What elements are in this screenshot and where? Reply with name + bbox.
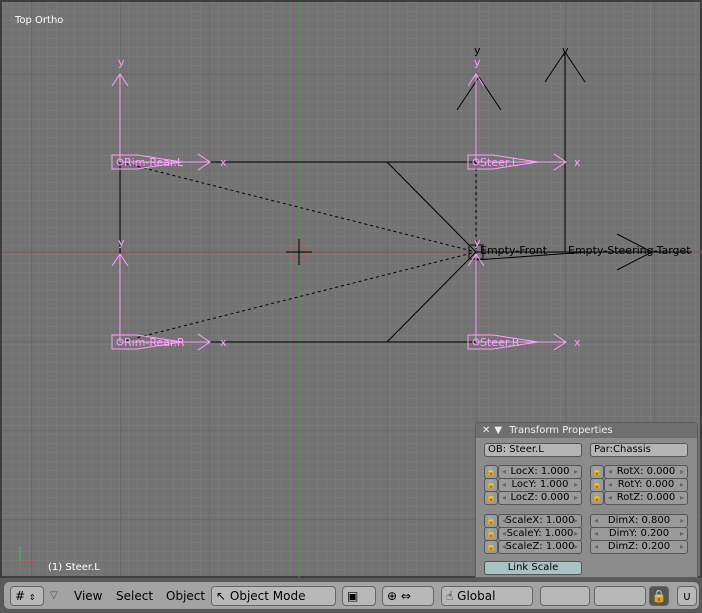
rotx-field[interactable]: RotX: 0.000 xyxy=(604,465,688,479)
draw-type-button[interactable]: ▣ xyxy=(342,586,376,606)
link-scale-button[interactable]: Link Scale xyxy=(484,561,582,575)
lock-icon[interactable]: 🔓 xyxy=(484,514,498,528)
lock-layers-icon[interactable]: 🔒 xyxy=(649,586,669,606)
active-object-label: (1) Steer.L xyxy=(48,562,100,573)
axis-label: x xyxy=(220,156,227,169)
lock-icon[interactable]: 🔓 xyxy=(484,540,498,554)
axis-label: x xyxy=(574,156,581,169)
snap-magnet-icon[interactable]: ∪ xyxy=(677,586,697,606)
roty-field[interactable]: RotY: 0.000 xyxy=(604,478,688,492)
scaley-field[interactable]: ScaleY: 1.000 xyxy=(498,527,582,541)
cube-icon: ▣ xyxy=(347,589,359,603)
menu-object[interactable]: Object xyxy=(166,587,205,605)
orientation-label: Global xyxy=(457,589,496,603)
axis-label: y xyxy=(118,56,125,69)
empties xyxy=(111,73,567,351)
layer-buttons-1[interactable] xyxy=(540,586,590,606)
axis-label: y xyxy=(118,236,125,249)
scalex-field[interactable]: ScaleX: 1.000 xyxy=(498,514,582,528)
locy-field[interactable]: LocY: 1.000 xyxy=(498,478,582,492)
manipulator-icon: ⇔ xyxy=(400,589,411,603)
hand-icon: ☝ xyxy=(446,589,454,603)
locz-field[interactable]: LocZ: 0.000 xyxy=(498,491,582,505)
axis-label: y xyxy=(562,44,569,57)
viewport-header: # ⇕ ▽ View Select Object ↖ Object Mode ▣… xyxy=(0,578,702,613)
rotz-field[interactable]: RotZ: 0.000 xyxy=(604,491,688,505)
axis-label: x xyxy=(220,336,227,349)
panel-header[interactable]: ✕ ▼ Transform Properties xyxy=(476,423,697,438)
lock-icon[interactable]: 🔓 xyxy=(590,491,604,505)
parent-field[interactable]: Par:Chassis xyxy=(590,443,688,457)
scalez-field[interactable]: ScaleZ: 1.000 xyxy=(498,540,582,554)
layer-buttons-2[interactable] xyxy=(594,586,646,606)
object-name-field[interactable]: OB: Steer.L xyxy=(484,443,582,457)
object-label: Steer.R xyxy=(480,336,520,349)
menu-view[interactable]: View xyxy=(74,587,102,605)
mode-label: Object Mode xyxy=(229,589,306,603)
object-label: Steer.L xyxy=(480,156,519,169)
transform-properties-panel: ✕ ▼ Transform Properties OB: Steer.L Par:… xyxy=(475,422,698,578)
orientation-select[interactable]: ☝ Global xyxy=(441,586,533,606)
menu-select[interactable]: Select xyxy=(116,587,153,605)
chassis-lines xyxy=(119,51,692,343)
axis-label: y xyxy=(474,56,481,69)
lock-icon[interactable]: 🔓 xyxy=(484,491,498,505)
lock-icon[interactable]: 🔓 xyxy=(590,478,604,492)
axis-gizmo xyxy=(19,547,35,563)
dimy-field[interactable]: DimY: 0.200 xyxy=(590,527,688,541)
object-label: Empty-Steering-Target xyxy=(568,244,691,257)
dimx-field[interactable]: DimX: 0.800 xyxy=(590,514,688,528)
locx-field[interactable]: LocX: 1.000 xyxy=(498,465,582,479)
object-label: Rim-Rear.R xyxy=(124,336,185,349)
editor-type-button[interactable]: # ⇕ xyxy=(10,586,44,606)
lock-icon[interactable]: 🔓 xyxy=(590,465,604,479)
object-label: Empty-Front xyxy=(480,244,548,257)
grid-icon: # xyxy=(15,589,26,603)
axis-label: y xyxy=(474,44,481,57)
axis-label: x xyxy=(574,336,581,349)
object-label: Rim-Rear.L xyxy=(124,156,184,169)
lock-icon[interactable]: 🔓 xyxy=(484,465,498,479)
lock-icon[interactable]: 🔓 xyxy=(484,527,498,541)
lock-icon[interactable]: 🔓 xyxy=(484,478,498,492)
dimz-field[interactable]: DimZ: 0.200 xyxy=(590,540,688,554)
object-mode-icon: ↖ xyxy=(216,589,227,603)
close-icon[interactable]: ✕ xyxy=(482,425,490,436)
collapse-icon[interactable]: ▼ xyxy=(494,425,502,436)
pivot-button[interactable]: ⊕ ⇔ xyxy=(382,586,434,606)
panel-title: Transform Properties xyxy=(509,425,613,436)
view-title: Top Ortho xyxy=(15,15,64,26)
3d-cursor xyxy=(286,239,312,265)
collapse-menu-icon[interactable]: ▽ xyxy=(50,587,58,605)
mode-select[interactable]: ↖ Object Mode xyxy=(211,586,336,606)
crosshair-icon: ⊕ xyxy=(387,589,398,603)
